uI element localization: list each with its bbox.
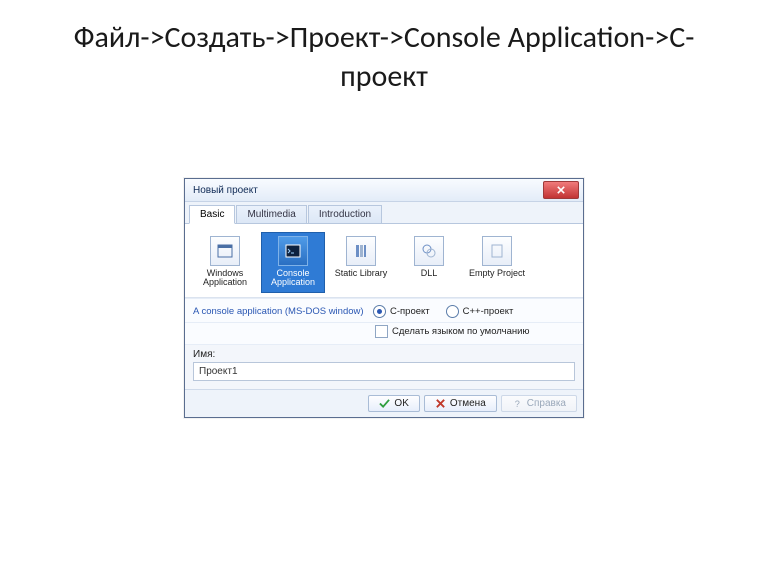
project-type-static-library[interactable]: Static Library [329,232,393,293]
project-type-empty[interactable]: Empty Project [465,232,529,293]
project-type-label: DLL [421,268,438,278]
button-label: Справка [527,398,566,409]
ok-button[interactable]: OK [368,395,419,412]
project-type-panel: Windows Application Console Application … [185,224,583,298]
radio-dot-icon [373,305,386,318]
help-button[interactable]: ? Справка [501,395,577,412]
project-type-label: Empty Project [469,268,525,278]
project-type-console-app[interactable]: Console Application [261,232,325,293]
slide-heading: Файл->Создать->Проект->Console Applicati… [0,0,768,96]
tab-basic[interactable]: Basic [189,205,235,224]
project-name-input[interactable]: Проект1 [193,362,575,381]
empty-project-icon [489,243,505,259]
new-project-dialog: Новый проект Basic Multimedia Introducti… [184,178,584,418]
tab-introduction[interactable]: Introduction [308,205,382,223]
help-icon: ? [512,398,523,409]
check-icon [379,398,390,409]
console-icon [285,243,301,259]
project-type-dll[interactable]: DLL [397,232,461,293]
project-type-label: Console Application [271,268,315,287]
library-icon [353,243,369,259]
cancel-icon [435,398,446,409]
project-type-label: Static Library [335,268,388,278]
radio-dot-icon [446,305,459,318]
tab-multimedia[interactable]: Multimedia [236,205,306,223]
radio-cpp-project[interactable]: C++-проект [446,305,514,318]
name-label: Имя: [185,345,583,362]
button-label: Отмена [450,398,486,409]
button-label: OK [394,398,408,409]
project-type-label: Windows Application [203,268,247,287]
checkbox-label: Сделать языком по умолчанию [392,326,530,337]
project-type-description: A console application (MS-DOS window) [193,306,373,317]
window-app-icon [217,243,233,259]
project-type-windows-app[interactable]: Windows Application [193,232,257,293]
cancel-button[interactable]: Отмена [424,395,497,412]
dialog-title: Новый проект [193,185,543,196]
dialog-titlebar[interactable]: Новый проект [185,179,583,202]
radio-label: C-проект [390,306,430,317]
tab-bar: Basic Multimedia Introduction [185,202,583,224]
checkbox-default-language[interactable] [375,325,388,338]
radio-label: C++-проект [463,306,514,317]
close-icon [557,186,565,194]
svg-text:?: ? [515,399,520,409]
dll-icon [421,243,437,259]
close-button[interactable] [543,181,579,199]
radio-c-project[interactable]: C-проект [373,305,430,318]
